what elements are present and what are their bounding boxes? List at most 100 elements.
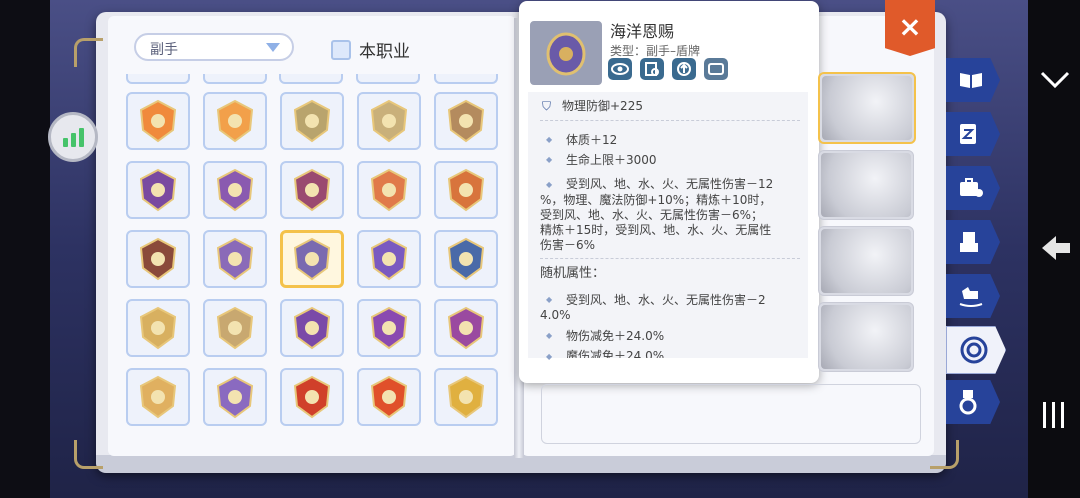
- book-tab-icon[interactable]: [946, 58, 1000, 102]
- item-slot[interactable]: [434, 161, 498, 219]
- red-star-emblem-icon: [370, 375, 408, 419]
- corner-ornament: [74, 38, 103, 67]
- item-slot-partial[interactable]: [126, 74, 190, 84]
- item-slot[interactable]: [126, 92, 190, 150]
- tentacle-spellbook-icon: [447, 306, 485, 350]
- cauldron-potion-icon: [293, 168, 331, 212]
- own-class-label[interactable]: 本职业: [359, 37, 410, 62]
- item-slot[interactable]: [203, 299, 267, 357]
- stat-line: 体质＋12: [566, 133, 618, 147]
- signal-strength-icon[interactable]: [48, 112, 98, 162]
- item-slot[interactable]: [434, 230, 498, 288]
- item-slot[interactable]: [280, 92, 344, 150]
- orange-flower-pot-icon: [370, 168, 408, 212]
- ocean-grace-shield-icon: [293, 237, 331, 281]
- ring-tab-icon[interactable]: [946, 326, 1006, 374]
- signal-bar: [70, 133, 76, 147]
- card-slot-icon[interactable]: [704, 58, 728, 80]
- random-line: 物伤减免＋24.0%: [566, 329, 665, 343]
- effect-line: 受到风、地、水、火、无属性伤害－6%；: [540, 208, 764, 222]
- card-art: [822, 76, 912, 140]
- item-slot[interactable]: [126, 299, 190, 357]
- item-slot[interactable]: [203, 92, 267, 150]
- back-arrow-icon[interactable]: [1040, 232, 1072, 268]
- orange-fire-charm-icon: [216, 99, 254, 143]
- green-cauldron-icon: [139, 168, 177, 212]
- inspect-icon[interactable]: [640, 58, 664, 80]
- card-art: [821, 229, 911, 293]
- item-slot[interactable]: [357, 161, 421, 219]
- item-slot[interactable]: [280, 230, 344, 288]
- item-slot[interactable]: [203, 230, 267, 288]
- dark-beast-shield-icon: [139, 237, 177, 281]
- item-slot[interactable]: [203, 368, 267, 426]
- item-slot[interactable]: [126, 368, 190, 426]
- item-slot[interactable]: [203, 161, 267, 219]
- corner-ornament: [930, 440, 959, 469]
- item-slot[interactable]: [434, 92, 498, 150]
- blue-gold-crest-icon: [139, 375, 177, 419]
- item-slot[interactable]: [434, 299, 498, 357]
- bullet-icon: ◆: [546, 135, 553, 144]
- random-line: 4.0%: [540, 308, 571, 322]
- preview-eye-icon[interactable]: [608, 58, 632, 80]
- chevron-down-icon[interactable]: [1040, 70, 1070, 95]
- lightning-tower-shield-icon: [216, 306, 254, 350]
- throne-tab-icon[interactable]: [946, 220, 1000, 264]
- star-shield-purple-icon: [370, 237, 408, 281]
- divider: [540, 258, 800, 259]
- item-slot-partial[interactable]: [434, 74, 498, 84]
- rocking-horse-tab-icon[interactable]: [946, 274, 1000, 318]
- own-class-checkbox[interactable]: [331, 40, 351, 60]
- gold-tower-shield-icon: [139, 306, 177, 350]
- item-slot[interactable]: [434, 368, 498, 426]
- item-slot[interactable]: [357, 368, 421, 426]
- item-slot[interactable]: [357, 230, 421, 288]
- close-button[interactable]: ×: [885, 0, 935, 56]
- item-slot[interactable]: [280, 368, 344, 426]
- upgrade-icon[interactable]: [672, 58, 696, 80]
- equip-card[interactable]: [818, 72, 916, 144]
- menu-bar: [1052, 402, 1055, 428]
- equip-card[interactable]: [818, 226, 914, 296]
- equip-card[interactable]: [818, 150, 914, 220]
- green-cauldron-gold-icon: [216, 168, 254, 212]
- item-slot[interactable]: [280, 161, 344, 219]
- item-slot[interactable]: [126, 230, 190, 288]
- orange-tiki-charm-icon: [139, 99, 177, 143]
- effect-line: 伤害－6%: [540, 238, 596, 252]
- purple-wing-crest-icon: [216, 375, 254, 419]
- item-slot[interactable]: [357, 299, 421, 357]
- effect-line: 受到风、地、水、火、无属性伤害－12: [566, 177, 774, 191]
- menu-bar: [1061, 402, 1064, 428]
- item-slot-partial[interactable]: [279, 74, 343, 84]
- item-slot-partial[interactable]: [356, 74, 420, 84]
- blue-tome-icon: [447, 237, 485, 281]
- main-stat: 物理防御+225: [562, 99, 643, 113]
- item-slot[interactable]: [357, 92, 421, 150]
- effect-line: %，物理、魔法防御+10%；精炼＋10时，: [540, 193, 772, 207]
- signal-bar: [62, 138, 68, 147]
- card-tab-icon[interactable]: [946, 112, 1000, 156]
- medal-tab-icon[interactable]: [946, 380, 1000, 424]
- corner-ornament: [74, 440, 103, 469]
- equip-card[interactable]: [818, 302, 914, 372]
- card-art: [821, 153, 911, 217]
- red-flower-emblem-icon: [293, 375, 331, 419]
- category-dropdown[interactable]: 副手: [134, 33, 294, 61]
- divider: [540, 120, 800, 121]
- spiked-lion-shield-icon: [370, 99, 408, 143]
- purple-gold-shield-icon: [216, 237, 254, 281]
- menu-bar: [1043, 402, 1046, 428]
- bullet-icon: ◆: [546, 295, 553, 304]
- stat-line: 生命上限＋3000: [566, 153, 657, 167]
- card-art: [821, 305, 911, 369]
- item-slot[interactable]: [280, 299, 344, 357]
- item-slot-partial[interactable]: [203, 74, 267, 84]
- random-line: 魔伤减免＋24.0%: [566, 349, 665, 358]
- recent-apps-icon[interactable]: [1043, 402, 1064, 428]
- chevron-down-icon: [266, 43, 280, 52]
- item-slot[interactable]: [126, 161, 190, 219]
- shield-icon: ⛉: [542, 99, 552, 113]
- bag-heart-tab-icon[interactable]: [946, 166, 1000, 210]
